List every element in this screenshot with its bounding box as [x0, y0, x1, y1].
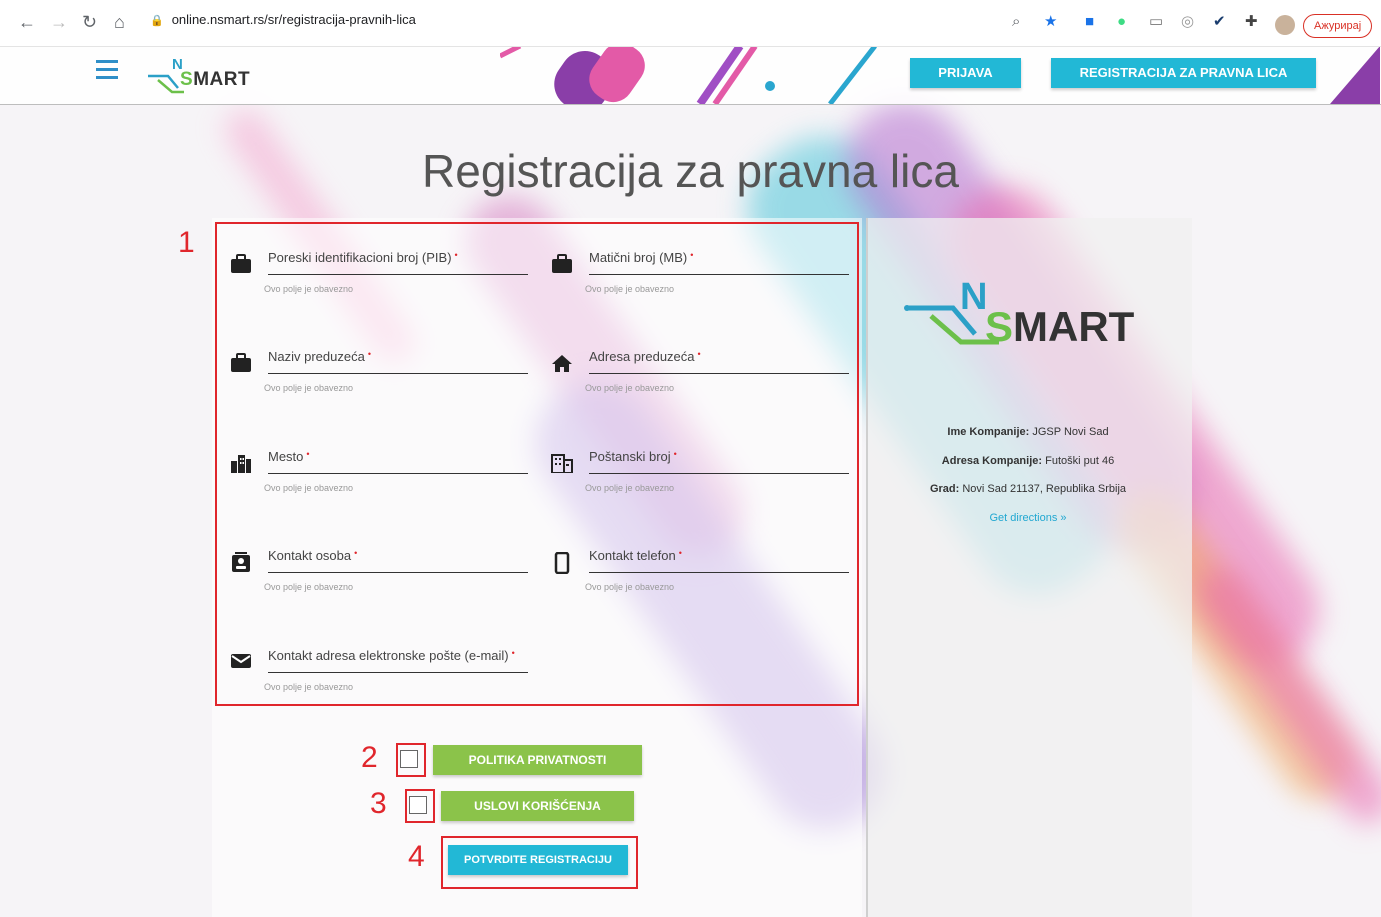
- mb-label: Matični broj (MB): [589, 250, 688, 265]
- logo-s: S: [180, 69, 194, 90]
- register-legal-button[interactable]: REGISTRACIJA ZA PRAVNA LICA: [1051, 58, 1316, 88]
- city-field[interactable]: Mesto • Ovo polje je obavezno: [231, 449, 528, 493]
- extension-android-icon[interactable]: ●: [1117, 12, 1126, 32]
- browser-toolbar: ← → ↻ ⌂ 🔒 online.nsmart.rs/sr/registracij…: [0, 0, 1381, 47]
- postal-code-label: Poštanski broj: [589, 449, 671, 464]
- company-city-info-value: Novi Sad 21137, Republika Srbija: [962, 483, 1127, 495]
- url-text: online.nsmart.rs/sr/registracija-pravnih…: [171, 12, 416, 27]
- company-address-info: Adresa Kompanije: Futoški put 46: [866, 455, 1190, 467]
- field-hint: Ovo polje je obavezno: [264, 284, 354, 294]
- briefcase-icon: [551, 254, 573, 276]
- field-hint: Ovo polje je obavezno: [264, 383, 354, 393]
- phone-icon: [551, 551, 573, 575]
- city-label: Mesto: [268, 449, 304, 464]
- building-icon: [551, 453, 573, 475]
- contact-phone-label: Kontakt telefon: [589, 548, 676, 563]
- briefcase-icon: [230, 353, 252, 375]
- mail-icon: [230, 652, 252, 674]
- company-address-info-label: Adresa Kompanije:: [941, 455, 1043, 467]
- extension-check-icon[interactable]: ✔: [1213, 12, 1226, 32]
- pib-label: Poreski identifikacioni broj (PIB): [268, 250, 452, 265]
- company-address-label: Adresa preduzeća: [589, 349, 695, 364]
- contact-email-field[interactable]: Kontakt adresa elektronske pošte (e-mail…: [231, 648, 528, 692]
- required-mark: •: [678, 548, 682, 558]
- postal-code-field[interactable]: Poštanski broj • Ovo polje je obavezno: [551, 449, 849, 493]
- pib-field[interactable]: Poreski identifikacioni broj (PIB) • Ovo …: [231, 250, 528, 294]
- profile-avatar[interactable]: [1275, 15, 1295, 35]
- field-hint: Ovo polje je obavezno: [264, 682, 354, 692]
- field-hint: Ovo polje je obavezno: [585, 582, 675, 592]
- contact-card-icon: [230, 552, 252, 574]
- annotation-number-1: 1: [178, 226, 195, 259]
- annotation-number-3: 3: [370, 787, 387, 820]
- address-bar[interactable]: 🔒 online.nsmart.rs/sr/registracija-pravni…: [150, 12, 416, 27]
- forward-icon[interactable]: →: [50, 12, 68, 32]
- company-name-info-label: Ime Kompanije:: [947, 426, 1030, 438]
- update-button[interactable]: Ажурирај: [1303, 14, 1373, 38]
- company-address-info-value: Futoški put 46: [1045, 455, 1115, 467]
- company-name-info-value: JGSP Novi Sad: [1032, 426, 1109, 438]
- home-icon: [551, 353, 573, 375]
- required-mark: •: [354, 548, 358, 558]
- field-hint: Ovo polje je obavezno: [264, 582, 354, 592]
- annotation-number-2: 2: [361, 741, 378, 774]
- required-mark: •: [690, 250, 694, 260]
- terms-checkbox[interactable]: [409, 796, 427, 814]
- city-icon: [230, 453, 252, 475]
- back-icon[interactable]: ←: [18, 12, 36, 32]
- bookmark-star-icon[interactable]: ★: [1044, 12, 1057, 32]
- extension-cast-icon[interactable]: ▭: [1149, 12, 1163, 32]
- field-hint: Ovo polje je obavezno: [585, 284, 675, 294]
- contact-email-label: Kontakt adresa elektronske pošte (e-mail…: [268, 648, 509, 663]
- menu-icon[interactable]: [96, 60, 118, 84]
- confirm-registration-button[interactable]: POTVRDITE REGISTRACIJU: [448, 845, 628, 875]
- terms-of-use-button[interactable]: USLOVI KORIŠĆENJA: [441, 791, 634, 821]
- lock-icon: 🔒: [150, 15, 164, 27]
- required-mark: •: [697, 349, 701, 359]
- company-name-field[interactable]: Naziv preduzeća • Ovo polje je obavezno: [231, 349, 528, 393]
- zoom-icon[interactable]: ⌕: [1012, 12, 1020, 32]
- reload-icon[interactable]: ↻: [82, 12, 97, 32]
- extension-meet-icon[interactable]: ■: [1085, 12, 1094, 32]
- field-hint: Ovo polje je obavezno: [585, 383, 675, 393]
- required-mark: •: [306, 449, 310, 459]
- nsmart-logo-large: N SMART: [903, 276, 1163, 356]
- company-city-info: Grad: Novi Sad 21137, Republika Srbija: [866, 483, 1190, 495]
- get-directions-link[interactable]: Get directions »: [866, 512, 1190, 524]
- contact-person-field[interactable]: Kontakt osoba • Ovo polje je obavezno: [232, 548, 528, 592]
- required-mark: •: [454, 250, 458, 260]
- required-mark: •: [367, 349, 371, 359]
- header-decoration: [500, 46, 877, 104]
- privacy-checkbox[interactable]: [400, 750, 418, 768]
- home-button-icon[interactable]: ⌂: [114, 12, 125, 32]
- extension-circle-icon[interactable]: ◎: [1181, 12, 1194, 32]
- extensions-puzzle-icon[interactable]: ✚: [1245, 12, 1258, 32]
- field-hint: Ovo polje je obavezno: [585, 483, 675, 493]
- page-title: Registracija za pravna lica: [422, 145, 959, 197]
- annotation-number-4: 4: [408, 840, 425, 873]
- contact-phone-field[interactable]: Kontakt telefon • Ovo polje je obavezno: [554, 548, 849, 592]
- login-button[interactable]: PRIJAVA: [910, 58, 1021, 88]
- contact-person-label: Kontakt osoba: [268, 548, 352, 563]
- company-name-info: Ime Kompanije: JGSP Novi Sad: [866, 426, 1190, 438]
- logo-s-large: S: [985, 303, 1014, 350]
- required-mark: •: [673, 449, 677, 459]
- company-address-field[interactable]: Adresa preduzeća • Ovo polje je obavezno: [552, 349, 849, 393]
- mb-field[interactable]: Matični broj (MB) • Ovo polje je obavezno: [552, 250, 849, 294]
- field-hint: Ovo polje je obavezno: [264, 483, 354, 493]
- briefcase-icon: [230, 254, 252, 276]
- logo-n-large: N: [960, 276, 988, 318]
- company-city-info-label: Grad:: [929, 483, 960, 495]
- privacy-policy-button[interactable]: POLITIKA PRIVATNOSTI: [433, 745, 642, 775]
- company-name-label: Naziv preduzeća: [268, 349, 365, 364]
- logo-mart-large: MART: [1013, 303, 1135, 350]
- required-mark: •: [511, 648, 515, 658]
- logo-mart: MART: [193, 69, 251, 90]
